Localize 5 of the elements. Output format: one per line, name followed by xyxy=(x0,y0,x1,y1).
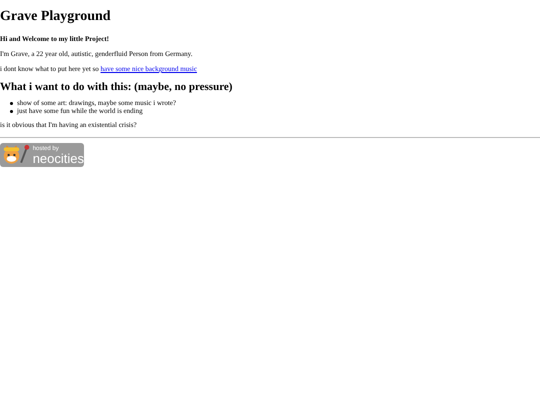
section-heading: What i want to do with this: (maybe, no pressure) xyxy=(0,81,232,94)
page-title: Grave Playground xyxy=(0,9,111,25)
bullet-icon xyxy=(10,110,13,112)
bullet-icon xyxy=(10,102,13,104)
badge-brand: neocities xyxy=(32,152,84,164)
